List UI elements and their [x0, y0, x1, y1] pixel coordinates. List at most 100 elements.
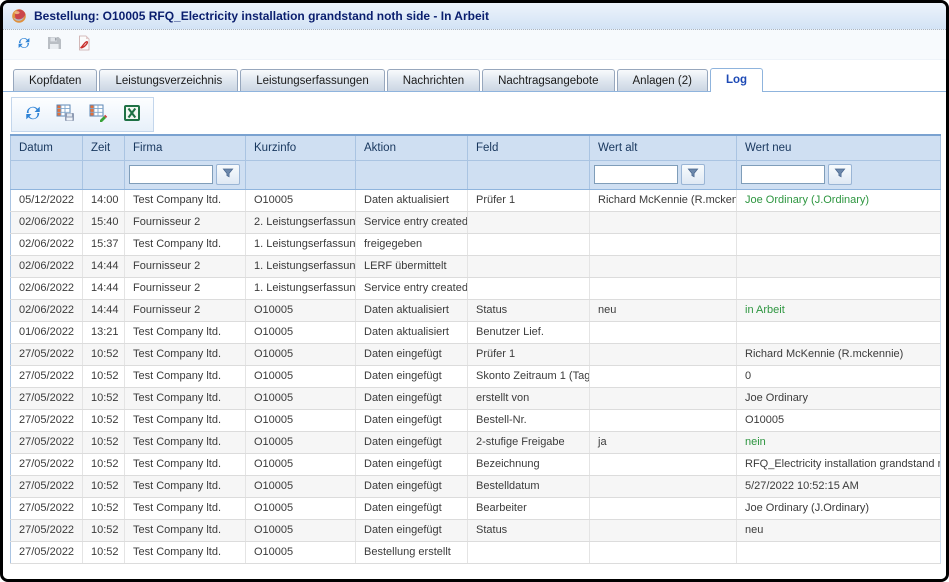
cell-zeit: 14:44: [83, 299, 125, 321]
table-row[interactable]: 02/06/202215:37Test Company ltd.1. Leist…: [11, 233, 941, 255]
table-row[interactable]: 02/06/202214:44Fournisseur 2O10005Daten …: [11, 299, 941, 321]
cell-wert_alt: [590, 343, 737, 365]
refresh-icon: [23, 103, 43, 126]
column-header-datum[interactable]: Datum: [11, 135, 83, 160]
filter-cell-kurzinfo: [246, 160, 356, 189]
cell-wert_alt: [590, 387, 737, 409]
column-header-firma[interactable]: Firma: [125, 135, 246, 160]
table-row[interactable]: 27/05/202210:52Test Company ltd.O10005Be…: [11, 541, 941, 563]
column-header-aktion[interactable]: Aktion: [356, 135, 468, 160]
cell-aktion: Daten aktualisiert: [356, 299, 468, 321]
cell-zeit: 13:21: [83, 321, 125, 343]
tab-nachtragsangebote[interactable]: Nachtragsangebote: [482, 69, 614, 91]
table-save-button[interactable]: [55, 102, 77, 127]
table-row[interactable]: 27/05/202210:52Test Company ltd.O10005Da…: [11, 453, 941, 475]
table-row[interactable]: 27/05/202210:52Test Company ltd.O10005Da…: [11, 409, 941, 431]
filter-button-wert_neu[interactable]: [828, 164, 852, 185]
cell-aktion: Daten eingefügt: [356, 343, 468, 365]
cell-feld: Benutzer Lief.: [468, 321, 590, 343]
log-refresh-button[interactable]: [22, 102, 44, 127]
cell-kurzinfo: O10005: [246, 541, 356, 563]
table-row[interactable]: 02/06/202214:44Fournisseur 21. Leistungs…: [11, 255, 941, 277]
cell-datum: 27/05/2022: [11, 541, 83, 563]
cell-feld: [468, 541, 590, 563]
cell-firma: Test Company ltd.: [125, 541, 246, 563]
cell-feld: Prüfer 1: [468, 189, 590, 211]
cell-wert_neu: nein: [737, 431, 941, 453]
filter-button-firma[interactable]: [216, 164, 240, 185]
cell-zeit: 10:52: [83, 541, 125, 563]
tab-nachrichten[interactable]: Nachrichten: [387, 69, 480, 91]
cell-zeit: 15:40: [83, 211, 125, 233]
table-row[interactable]: 27/05/202210:52Test Company ltd.O10005Da…: [11, 431, 941, 453]
cell-datum: 02/06/2022: [11, 255, 83, 277]
table-row[interactable]: 27/05/202210:52Test Company ltd.O10005Da…: [11, 519, 941, 541]
tab-log[interactable]: Log: [710, 68, 763, 92]
cell-wert_neu: neu: [737, 519, 941, 541]
table-row[interactable]: 05/12/202214:00Test Company ltd.O10005Da…: [11, 189, 941, 211]
table-header-row: DatumZeitFirmaKurzinfoAktionFeldWert alt…: [11, 135, 941, 160]
tab-leistungsverzeichnis[interactable]: Leistungsverzeichnis: [99, 69, 238, 91]
column-header-wert_neu[interactable]: Wert neu: [737, 135, 941, 160]
refresh-button[interactable]: [15, 34, 33, 55]
cell-wert_alt: [590, 497, 737, 519]
filter-input-firma[interactable]: [129, 165, 213, 184]
cell-aktion: Daten eingefügt: [356, 387, 468, 409]
log-toolbar-area: [3, 92, 946, 132]
cell-aktion: Service entry created: [356, 277, 468, 299]
table-row[interactable]: 27/05/202210:52Test Company ltd.O10005Da…: [11, 497, 941, 519]
cell-firma: Test Company ltd.: [125, 189, 246, 211]
cell-feld: [468, 211, 590, 233]
cell-feld: Status: [468, 299, 590, 321]
cell-firma: Test Company ltd.: [125, 497, 246, 519]
table-row[interactable]: 27/05/202210:52Test Company ltd.O10005Da…: [11, 387, 941, 409]
table-row[interactable]: 02/06/202215:40Fournisseur 22. Leistungs…: [11, 211, 941, 233]
cell-firma: Fournisseur 2: [125, 299, 246, 321]
cell-wert_alt: [590, 453, 737, 475]
filter-funnel-icon: [222, 167, 234, 182]
pdf-export-button[interactable]: [75, 34, 93, 55]
table-row[interactable]: 02/06/202214:44Fournisseur 21. Leistungs…: [11, 277, 941, 299]
cell-aktion: Service entry created: [356, 211, 468, 233]
column-header-zeit[interactable]: Zeit: [83, 135, 125, 160]
column-header-wert_alt[interactable]: Wert alt: [590, 135, 737, 160]
cell-firma: Test Company ltd.: [125, 519, 246, 541]
save-icon: [46, 35, 62, 54]
cell-aktion: Daten eingefügt: [356, 365, 468, 387]
table-row[interactable]: 27/05/202210:52Test Company ltd.O10005Da…: [11, 475, 941, 497]
tab-leistungserfassungen[interactable]: Leistungserfassungen: [240, 69, 385, 91]
excel-export-button[interactable]: [121, 102, 143, 127]
cell-feld: [468, 233, 590, 255]
table-export-button[interactable]: [88, 102, 110, 127]
table-row[interactable]: 01/06/202213:21Test Company ltd.O10005Da…: [11, 321, 941, 343]
cell-feld: [468, 255, 590, 277]
filter-cell-datum: [11, 160, 83, 189]
table-row[interactable]: 27/05/202210:52Test Company ltd.O10005Da…: [11, 365, 941, 387]
filter-input-wert_neu[interactable]: [741, 165, 825, 184]
cell-datum: 27/05/2022: [11, 497, 83, 519]
cell-kurzinfo: O10005: [246, 387, 356, 409]
save-button[interactable]: [45, 34, 63, 55]
column-header-kurzinfo[interactable]: Kurzinfo: [246, 135, 356, 160]
cell-zeit: 10:52: [83, 431, 125, 453]
cell-feld: erstellt von: [468, 387, 590, 409]
cell-feld: Prüfer 1: [468, 343, 590, 365]
tab-kopfdaten[interactable]: Kopfdaten: [13, 69, 97, 91]
cell-firma: Test Company ltd.: [125, 387, 246, 409]
cell-wert_neu: Richard McKennie (R.mckennie): [737, 343, 941, 365]
cell-firma: Test Company ltd.: [125, 409, 246, 431]
column-header-feld[interactable]: Feld: [468, 135, 590, 160]
cell-zeit: 14:00: [83, 189, 125, 211]
filter-button-wert_alt[interactable]: [681, 164, 705, 185]
cell-wert_alt: [590, 519, 737, 541]
cell-aktion: Daten eingefügt: [356, 475, 468, 497]
table-row[interactable]: 27/05/202210:52Test Company ltd.O10005Da…: [11, 343, 941, 365]
cell-aktion: Daten eingefügt: [356, 409, 468, 431]
cell-zeit: 10:52: [83, 365, 125, 387]
cell-wert_alt: [590, 541, 737, 563]
cell-wert_alt: [590, 211, 737, 233]
app-logo-icon: [11, 8, 27, 24]
tab-anlagen-2[interactable]: Anlagen (2): [617, 69, 708, 91]
filter-input-wert_alt[interactable]: [594, 165, 678, 184]
cell-kurzinfo: O10005: [246, 475, 356, 497]
